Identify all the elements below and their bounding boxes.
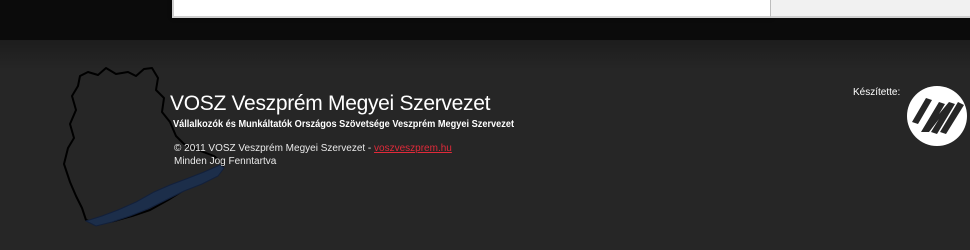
side-panel: [770, 0, 970, 18]
copyright-text: © 2011 VOSZ Veszprém Megyei Szervezet -: [174, 143, 375, 154]
copyright-line: © 2011 VOSZ Veszprém Megyei Szervezet - …: [174, 143, 452, 154]
content-panel: [172, 0, 772, 18]
org-subtitle: Vállalkozók és Munkáltatók Országos Szöv…: [173, 119, 515, 130]
site-link[interactable]: voszveszprem.hu: [374, 143, 452, 154]
maker-logo-icon[interactable]: [906, 86, 968, 146]
rights-text: Minden Jog Fenntartva: [174, 156, 277, 167]
credit-label: Készítette:: [853, 87, 901, 98]
org-title: VOSZ Veszprém Megyei Szervezet: [170, 92, 491, 115]
